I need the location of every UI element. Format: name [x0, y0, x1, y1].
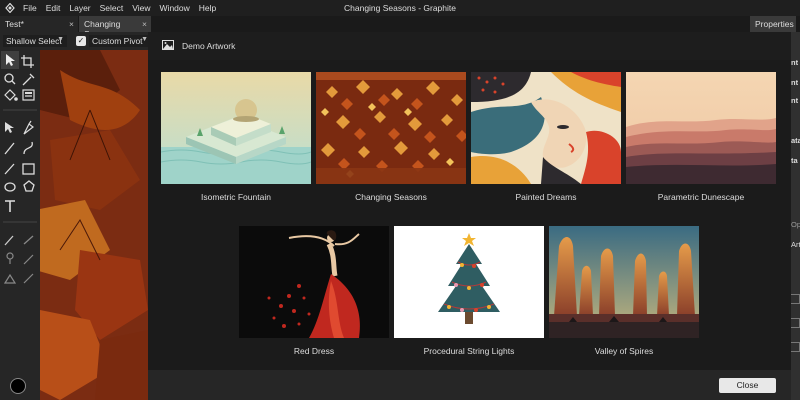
document-canvas[interactable] [40, 50, 148, 400]
heal-tool-icon[interactable] [23, 235, 34, 245]
layer-thumbnail[interactable] [790, 294, 800, 304]
tab-properties[interactable]: Properties [750, 16, 796, 32]
panel-fragment: Op [791, 220, 800, 229]
panel-fragment: ata [791, 136, 800, 145]
parametric-dunescape-thumbnail[interactable] [626, 72, 776, 184]
artwork-label: Parametric Dunescape [657, 192, 745, 202]
freehand-tool-icon[interactable] [4, 142, 15, 155]
polygon-tool-icon[interactable] [23, 180, 35, 192]
artwork-label: Changing Seasons [355, 192, 427, 202]
artwork-label: Painted Dreams [515, 192, 577, 202]
dialog-footer [148, 370, 791, 400]
select-mode-value: Shallow Select [6, 36, 62, 46]
artwork-label: Red Dress [293, 346, 335, 356]
clone-tool-icon[interactable] [6, 252, 14, 264]
custom-pivot-checkbox[interactable]: ✓ [76, 36, 86, 46]
chevron-down-icon: ▼ [57, 36, 64, 43]
dialog-header: Demo Artwork [148, 32, 791, 60]
isometric-fountain-thumbnail[interactable] [161, 72, 311, 184]
canvas-leaves-artwork [40, 50, 148, 400]
text-tool-icon[interactable] [5, 200, 15, 212]
artwork-label: Isometric Fountain [201, 192, 271, 202]
demo-artwork-dialog: Demo Artwork Isometric Fountain Changing… [148, 32, 791, 400]
document-tab-bar: Test* × Changing Seasons × [0, 16, 800, 39]
tab-label: Test* [5, 19, 24, 29]
procedural-string-lights-thumbnail[interactable] [394, 226, 544, 338]
relight-tool-icon[interactable] [23, 273, 34, 284]
fill-tool-icon[interactable] [4, 89, 18, 101]
close-icon[interactable]: × [69, 19, 74, 29]
panel-fragment: nt [791, 96, 799, 105]
pen-tool-icon[interactable] [23, 120, 34, 135]
menubar: File Edit Layer Select View Window Help … [0, 0, 800, 16]
artwork-label: Valley of Spires [594, 346, 654, 356]
panel-fragment: ta [791, 156, 798, 165]
pivot-value: Custom Pivot [92, 36, 143, 46]
ellipse-tool-icon[interactable] [4, 182, 16, 192]
select-tool-icon[interactable] [1, 51, 19, 69]
tool-icons [1, 51, 37, 284]
close-button[interactable]: Close [719, 378, 776, 393]
valley-of-spires-thumbnail[interactable] [549, 226, 699, 338]
eyedropper-tool-icon[interactable] [22, 73, 35, 86]
tab-test[interactable]: Test* × [0, 16, 78, 32]
painted-dreams-thumbnail[interactable] [471, 72, 621, 184]
layer-thumbnail[interactable] [790, 318, 800, 328]
image-icon [162, 40, 174, 50]
panel-fragment: Art [791, 240, 800, 249]
red-dress-thumbnail[interactable] [239, 226, 389, 338]
brush-tool-icon[interactable] [4, 235, 14, 246]
tab-changing-seasons[interactable]: Changing Seasons × [79, 16, 151, 39]
pivot-dropdown[interactable]: Custom Pivot ▼ [89, 35, 151, 47]
tool-shelf [0, 50, 40, 400]
close-icon[interactable]: × [142, 19, 147, 29]
artwork-label: Procedural String Lights [423, 346, 515, 356]
patch-tool-icon[interactable] [23, 254, 34, 265]
panel-fragment: nt [791, 58, 799, 67]
graphite-app: File Edit Layer Select View Window Help … [0, 0, 800, 400]
artboard-tool-icon[interactable] [21, 55, 34, 68]
select-mode-dropdown[interactable]: Shallow Select ▼ [3, 35, 67, 47]
panel-fragment: nt [791, 78, 799, 87]
primary-color-swatch[interactable] [10, 378, 26, 394]
path-tool-icon[interactable] [5, 122, 14, 133]
spline-tool-icon[interactable] [23, 141, 33, 155]
chevron-down-icon: ▼ [141, 36, 148, 43]
line-tool-icon[interactable] [4, 163, 15, 175]
window-title: Changing Seasons - Graphite [344, 3, 456, 13]
changing-seasons-thumbnail[interactable] [316, 72, 466, 184]
detail-tool-icon[interactable] [3, 273, 17, 284]
dialog-title: Demo Artwork [182, 41, 236, 51]
rectangle-tool-icon[interactable] [22, 163, 35, 175]
artwork-grid: Isometric Fountain Changing Seasons Pain… [148, 60, 791, 370]
zoom-tool-icon[interactable] [4, 73, 16, 85]
layer-thumbnail[interactable] [790, 342, 800, 352]
gradient-tool-icon[interactable] [22, 89, 35, 101]
